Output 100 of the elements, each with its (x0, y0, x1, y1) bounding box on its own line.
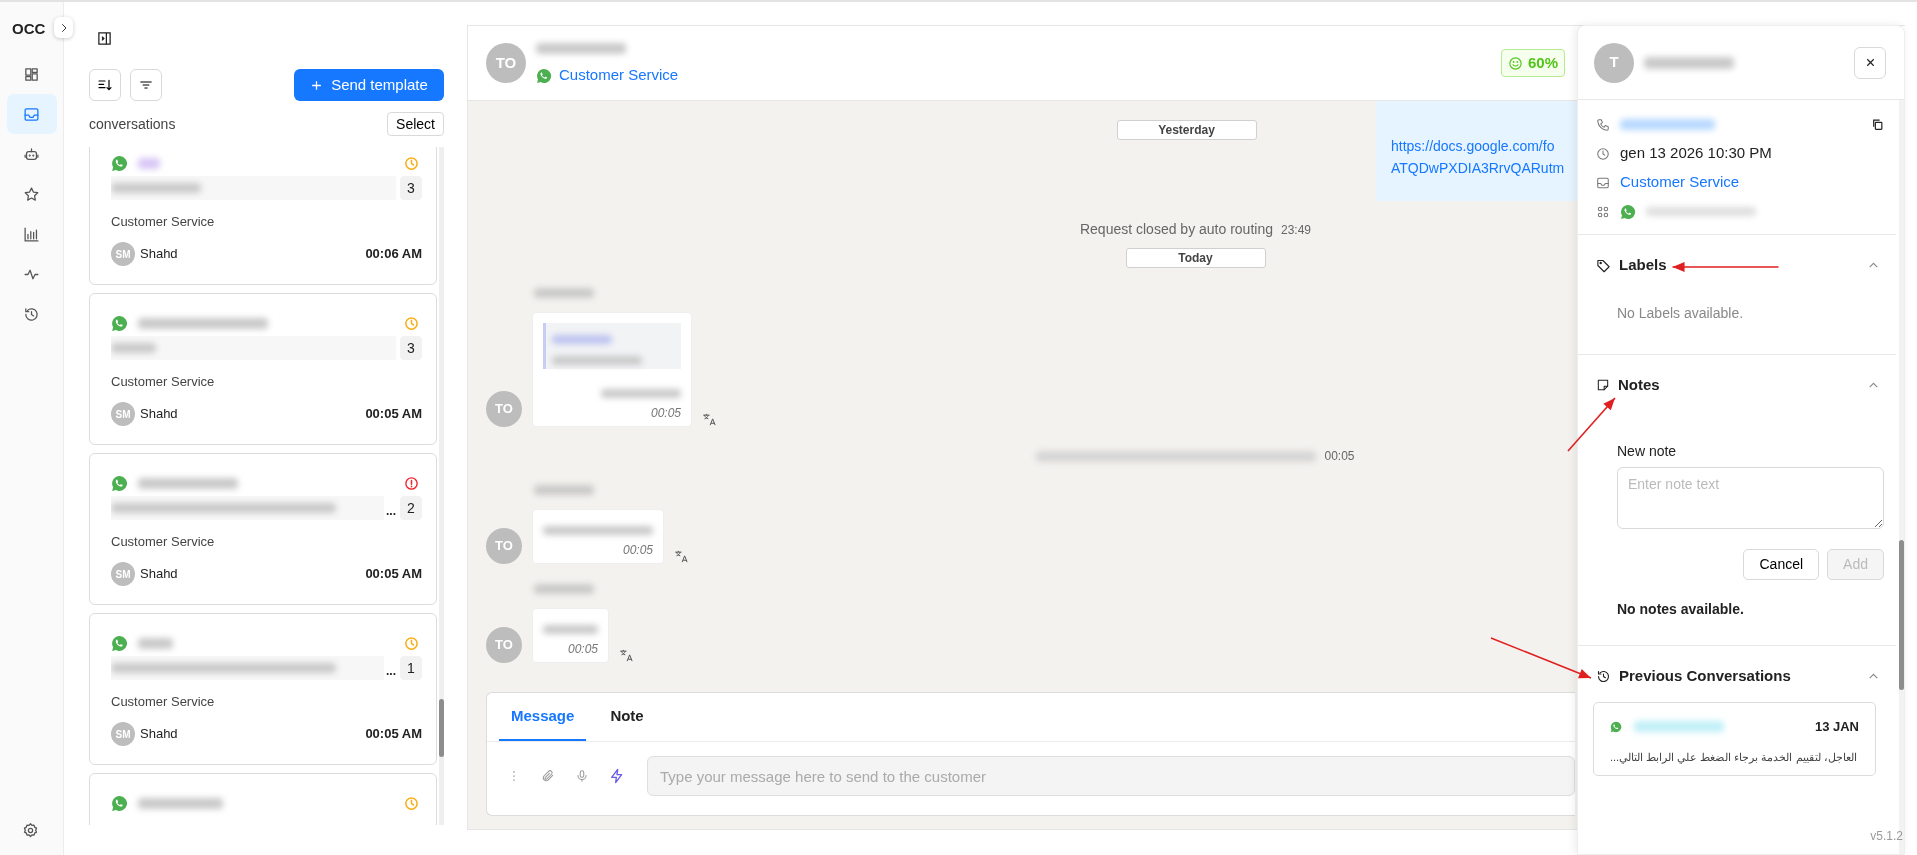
inbox-link[interactable]: Customer Service (1620, 171, 1740, 194)
plus-icon (310, 78, 324, 92)
conversation-time: 00:05 AM (365, 405, 422, 424)
ellipsis-text: ... (386, 663, 396, 680)
sort-button[interactable] (89, 69, 121, 101)
lightning-icon[interactable] (609, 768, 625, 784)
composer-tab[interactable]: Note (598, 693, 656, 741)
ellipsis-text: ... (386, 503, 396, 520)
star-icon (23, 185, 40, 203)
note-button[interactable]: Cancel (1743, 549, 1820, 580)
blurred-text (552, 335, 612, 344)
blurred-text (543, 625, 598, 634)
tag-icon (1596, 257, 1611, 273)
inbox-name: Customer Service (111, 213, 216, 231)
unread-count: 3 (400, 176, 422, 200)
close-button[interactable] (1854, 46, 1886, 79)
inbox-link[interactable]: Customer Service (559, 64, 679, 87)
history-icon (1596, 668, 1611, 684)
whatsapp-icon (536, 67, 552, 84)
blurred-text (534, 288, 594, 298)
note-icon (1596, 378, 1610, 392)
message-time: 00:05 (621, 542, 653, 559)
conversation-card[interactable]: 3 Customer Service SM Shahd 00:05 AM (89, 293, 437, 445)
inbox-name: Customer Service (111, 533, 216, 551)
select-button[interactable]: Select (387, 112, 444, 136)
send-template-button[interactable]: Send template (294, 69, 444, 101)
satisfaction-badge: 60% (1500, 49, 1565, 77)
conversation-time: 00:05 AM (365, 725, 422, 744)
whatsapp-icon (111, 154, 128, 172)
message-time: 00:05 (1324, 448, 1355, 465)
blurred-text (138, 157, 160, 169)
message-time: 23:49 (1281, 221, 1311, 239)
agent-name: Shahd (140, 245, 178, 264)
inbox-icon (1596, 175, 1610, 190)
blurred-text (138, 637, 173, 649)
unread-count: 3 (400, 336, 422, 360)
settings-icon[interactable] (22, 822, 39, 839)
whatsapp-icon (111, 474, 128, 492)
conversation-card[interactable]: ... 1 Customer Service SM Shahd 00:05 AM (89, 613, 437, 765)
message-preview: العاجل، لتقييم الخدمة برجاء الضغط علي الرابط التالي... (1610, 749, 1858, 765)
timer-icon (404, 635, 419, 651)
contact-avatar: TO (486, 43, 526, 83)
nav-item[interactable] (6, 94, 57, 134)
unread-count: 2 (400, 496, 422, 520)
paperclip-icon[interactable] (541, 769, 555, 783)
app-logo: OCC (12, 19, 46, 39)
composer-tab[interactable]: Message (499, 693, 587, 741)
agent-avatar: SM (111, 562, 135, 586)
conversation-card[interactable]: 3 Customer Service SM Shahd 00:06 AM (89, 147, 437, 285)
sender-avatar: TO (486, 627, 522, 663)
agent-name: Shahd (140, 725, 178, 744)
whatsapp-icon (1620, 203, 1636, 220)
copy-icon[interactable] (1871, 118, 1884, 131)
date-text: gen 13 2026 10:30 PM (1620, 143, 1772, 164)
message-time: 00:05 (649, 405, 681, 422)
dashboard-icon (23, 65, 40, 83)
empty-message: No Labels available. (1616, 304, 1745, 323)
contact-avatar: T (1594, 42, 1634, 83)
inbox-icon (23, 105, 40, 123)
empty-message: No notes available. (1617, 600, 1745, 619)
message-link[interactable]: ATQDwPXDIA3RrvQARutm (1391, 157, 1565, 179)
message-input[interactable]: Type your message here to send to the customer (647, 756, 1575, 796)
history-icon (23, 305, 40, 323)
timer-icon (404, 315, 419, 331)
filter-button[interactable] (130, 69, 162, 101)
apps-icon (1596, 204, 1610, 219)
scrollbar[interactable] (439, 147, 444, 825)
blurred-text (534, 485, 594, 495)
agent-name: Shahd (140, 565, 178, 584)
panel-icon[interactable] (97, 31, 112, 46)
conversation-card[interactable]: ... 2 Customer Service SM Shahd 00:05 AM (89, 453, 437, 605)
whatsapp-icon (1610, 720, 1622, 733)
agent-name: Shahd (140, 405, 178, 424)
whatsapp-icon (111, 794, 128, 812)
agent-avatar: SM (111, 722, 135, 746)
phone-icon (1596, 117, 1610, 132)
smile-icon (1507, 55, 1523, 71)
translate-icon (702, 412, 717, 427)
conversation-time: 00:05 AM (365, 565, 422, 584)
note-field[interactable]: Enter note text (1617, 467, 1884, 529)
alert-icon (404, 475, 419, 491)
translate-icon (619, 648, 634, 663)
annotation-arrow (1567, 397, 1616, 452)
list-title: conversations (89, 114, 176, 134)
unread-count: 1 (400, 656, 422, 680)
microphone-icon[interactable] (575, 769, 589, 783)
message-time: 00:05 (566, 641, 598, 658)
agent-avatar: SM (111, 402, 135, 426)
timer-icon (404, 795, 419, 811)
system-message: Request closed by auto routing (1079, 220, 1273, 239)
filter-icon (139, 78, 153, 92)
section-title: Labels (1619, 254, 1667, 275)
blurred-text (111, 343, 156, 353)
message-link[interactable]: https://docs.google.com/fo (1391, 135, 1555, 157)
sender-avatar: TO (486, 391, 522, 427)
clock-icon (1596, 146, 1610, 161)
version-text: v5.1.2 (1870, 828, 1903, 845)
agent-avatar: SM (111, 242, 135, 266)
whatsapp-icon (111, 634, 128, 652)
sort-icon (97, 77, 113, 93)
